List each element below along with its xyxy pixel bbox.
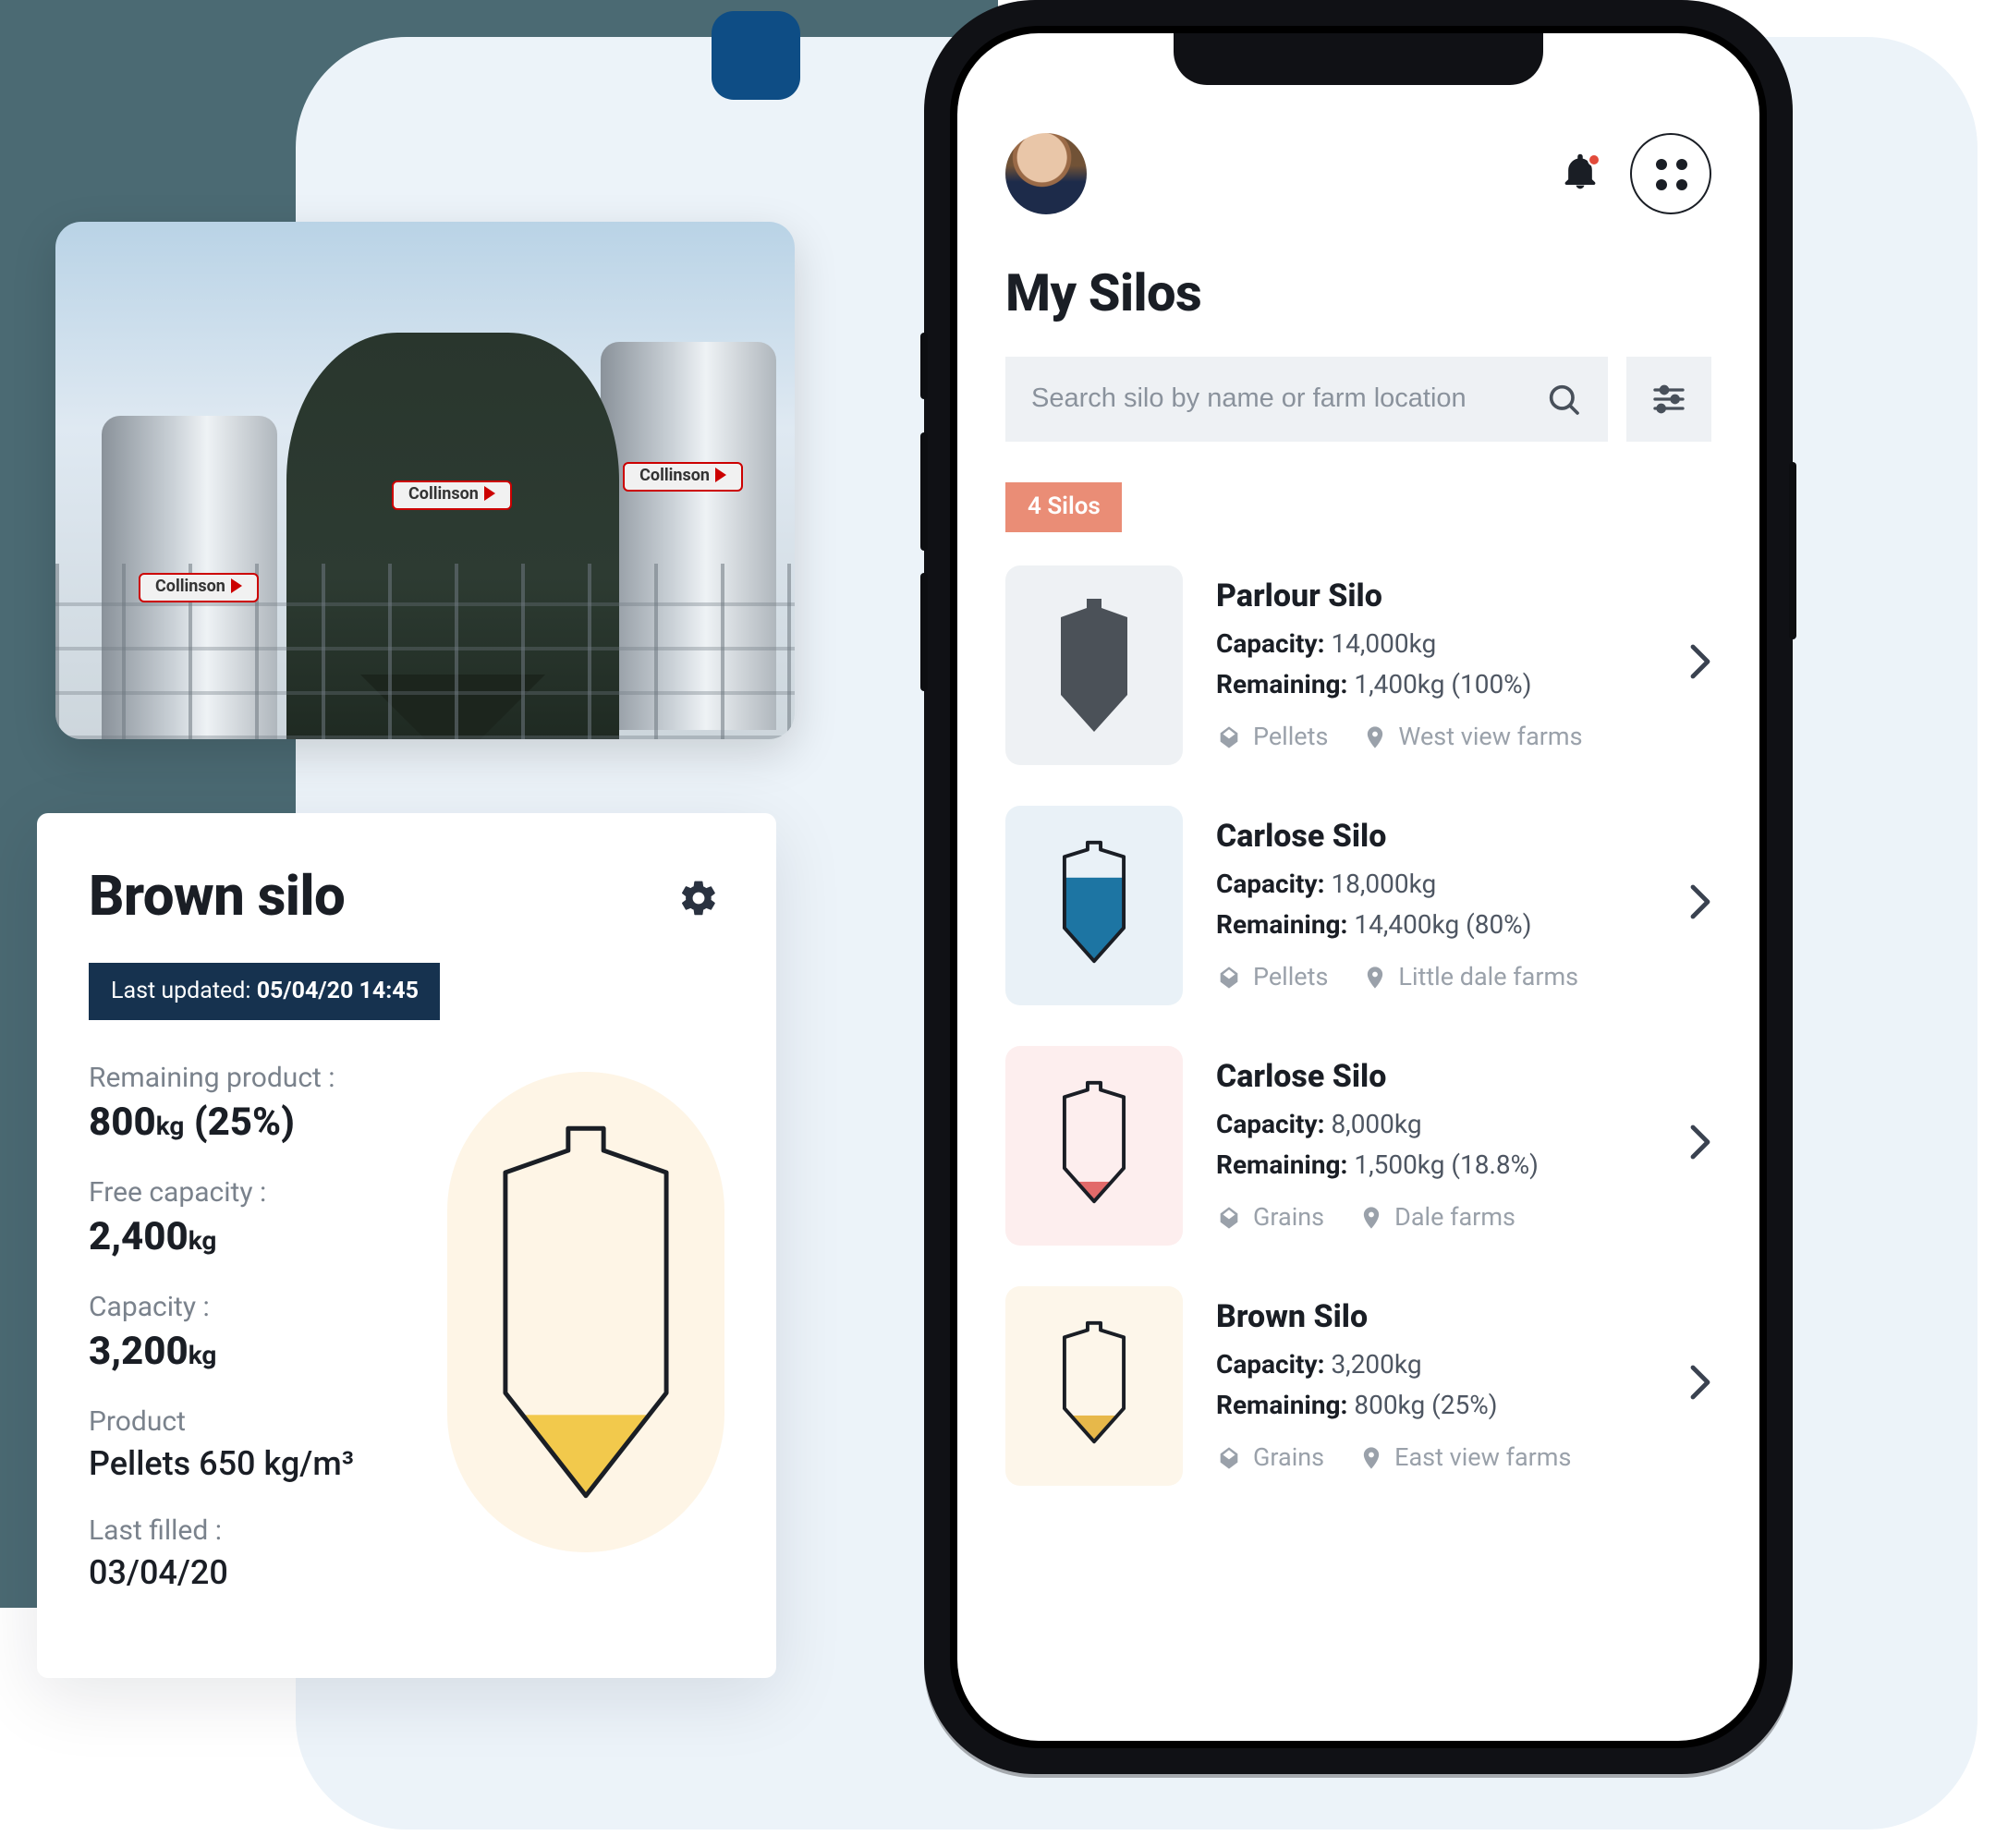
silo-shape-icon: [1061, 1076, 1127, 1216]
phone-notch: [1174, 33, 1543, 85]
silo-count-badge: 4 Silos: [1005, 482, 1123, 532]
search-input[interactable]: [1031, 384, 1527, 414]
product-icon: [1216, 964, 1242, 990]
kv-label: Product: [89, 1404, 421, 1438]
chevron-right-icon: [1689, 883, 1711, 928]
kv-capacity: Capacity : 3,200kg: [89, 1290, 421, 1375]
silo-product: Pellets: [1216, 722, 1328, 751]
location-pin-icon: [1361, 723, 1387, 749]
product-icon: [1216, 723, 1242, 749]
phone-screen: My Silos 4 Silos Parlour Silo Capacity: 1…: [957, 33, 1759, 1741]
last-updated-pill: Last updated: 05/04/20 14:45: [89, 963, 441, 1020]
silo-info: Carlose Silo Capacity: 18,000kgRemaining:…: [1216, 820, 1656, 992]
silo-name: Parlour Silo: [1216, 579, 1656, 616]
kv-value: 2,400kg: [89, 1216, 421, 1260]
silo-info: Parlour Silo Capacity: 14,000kgRemaining:…: [1216, 579, 1656, 752]
location-pin-icon: [1361, 964, 1387, 990]
silo-list-item[interactable]: Carlose Silo Capacity: 18,000kgRemaining:…: [1005, 806, 1711, 1005]
brand-badge: Collinson: [392, 480, 512, 510]
silo-shape-icon: [501, 1118, 671, 1506]
kv-value: Pellets 650 kg/m³: [89, 1445, 421, 1484]
kv-product: Product Pellets 650 kg/m³: [89, 1404, 421, 1484]
kv-last-filled: Last filled : 03/04/20: [89, 1514, 421, 1593]
silo-capacity: Capacity: 3,200kg: [1216, 1348, 1656, 1388]
silo-thumb: [1005, 806, 1183, 1005]
kv-free-capacity: Free capacity : 2,400kg: [89, 1175, 421, 1260]
menu-button[interactable]: [1630, 133, 1711, 214]
kv-remaining: Remaining product : 800kg (25%): [89, 1061, 421, 1146]
silo-remaining: Remaining: 14,400kg (80%): [1216, 907, 1656, 947]
settings-button[interactable]: [673, 871, 724, 923]
notification-dot-icon: [1588, 153, 1600, 166]
chevron-right-icon: [1689, 1124, 1711, 1168]
silo-name: Carlose Silo: [1216, 1060, 1656, 1097]
brand-badge: Collinson: [623, 462, 743, 492]
silo-shape-icon: [1061, 599, 1127, 732]
brand-badge: Collinson: [139, 573, 259, 602]
silo-detail-title: Brown silo: [89, 865, 345, 930]
silo-name: Brown Silo: [1216, 1300, 1656, 1337]
chevron-right-icon: [1689, 1364, 1711, 1408]
silo-location: West view farms: [1361, 722, 1582, 751]
silo-thumb: [1005, 565, 1183, 765]
chevron-right-icon: [1689, 643, 1711, 687]
silos-photo: Collinson Collinson Collinson: [55, 222, 795, 739]
product-icon: [1216, 1204, 1242, 1230]
silo-list: Parlour SiloCapacity: 14,000kgRemaining:…: [1005, 565, 1711, 1486]
bg-blue-square: [712, 11, 800, 100]
silo-capacity: Capacity: 18,000kg: [1216, 868, 1656, 907]
product-icon: [1216, 1444, 1242, 1470]
silo-list-item[interactable]: Parlour Silo Capacity: 14,000kgRemaining:…: [1005, 565, 1711, 765]
silo-product: Grains: [1216, 1202, 1324, 1232]
silo-remaining: Remaining: 800kg (25%): [1216, 1388, 1656, 1428]
silo-shape-icon: [1061, 1316, 1127, 1456]
filter-button[interactable]: [1626, 357, 1711, 442]
kv-label: Capacity :: [89, 1290, 421, 1323]
gear-icon: [678, 877, 719, 918]
phone-frame: My Silos 4 Silos Parlour Silo Capacity: 1…: [924, 0, 1793, 1774]
last-updated-value: 05/04/20 14:45: [257, 978, 419, 1005]
silo-capacity: Capacity: 14,000kg: [1216, 627, 1656, 667]
silo-location: Dale farms: [1357, 1202, 1515, 1232]
silo-list-item[interactable]: Brown Silo Capacity: 3,200kgRemaining: 80…: [1005, 1286, 1711, 1486]
location-pin-icon: [1357, 1444, 1383, 1470]
kv-label: Free capacity :: [89, 1175, 421, 1209]
kv-label: Remaining product :: [89, 1061, 421, 1094]
notifications-button[interactable]: [1560, 152, 1604, 196]
silo-name: Carlose Silo: [1216, 820, 1656, 857]
search-box[interactable]: [1005, 357, 1608, 442]
silo-info: Carlose Silo Capacity: 8,000kgRemaining: …: [1216, 1060, 1656, 1233]
silo-product: Grains: [1216, 1442, 1324, 1472]
page-title: My Silos: [1005, 262, 1711, 323]
silo-remaining: Remaining: 1,500kg (18.8%): [1216, 1148, 1656, 1187]
kv-label: Last filled :: [89, 1514, 421, 1547]
silo-location: Little dale farms: [1361, 962, 1578, 991]
kv-value: 800kg (25%): [89, 1101, 421, 1146]
silo-visual: [447, 1072, 724, 1552]
grid-dots-icon: [1655, 158, 1686, 189]
silo-remaining: Remaining: 1,400kg (100%): [1216, 667, 1656, 707]
silos-photo-card: Collinson Collinson Collinson: [55, 222, 795, 739]
silo-thumb: [1005, 1286, 1183, 1486]
silo-product: Pellets: [1216, 962, 1328, 991]
silo-thumb: [1005, 1046, 1183, 1246]
kv-value: 03/04/20: [89, 1554, 421, 1593]
kv-value: 3,200kg: [89, 1331, 421, 1375]
topbar: [1005, 133, 1711, 214]
silo-location: East view farms: [1357, 1442, 1571, 1472]
last-updated-label: Last updated:: [111, 978, 250, 1005]
silo-detail-card: Brown silo Last updated: 05/04/20 14:45 …: [37, 813, 776, 1678]
silo-shape-icon: [1061, 835, 1127, 976]
silo-info: Brown Silo Capacity: 3,200kgRemaining: 80…: [1216, 1300, 1656, 1473]
silo-list-item[interactable]: Carlose Silo Capacity: 8,000kgRemaining: …: [1005, 1046, 1711, 1246]
sliders-icon: [1650, 381, 1687, 418]
silo-capacity: Capacity: 8,000kg: [1216, 1108, 1656, 1148]
location-pin-icon: [1357, 1204, 1383, 1230]
search-icon: [1545, 381, 1582, 418]
avatar[interactable]: [1005, 133, 1087, 214]
